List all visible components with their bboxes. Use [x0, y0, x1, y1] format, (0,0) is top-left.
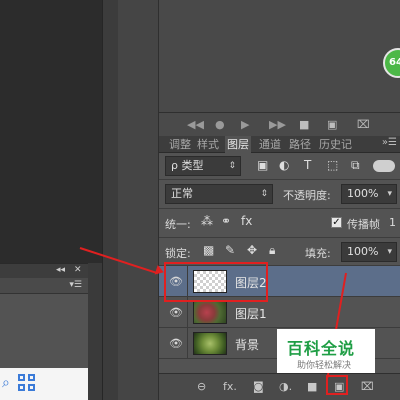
panel-dock-gutter	[118, 0, 158, 400]
lock-all-icon[interactable]: 🔒︎	[269, 243, 275, 258]
blend-mode-value: 正常	[171, 187, 193, 200]
layer-name[interactable]: 背景	[235, 336, 259, 353]
floating-panel-toolbar: ▾☰	[0, 278, 88, 294]
propagate-frame-label: 传播帧	[347, 218, 380, 231]
tab-history[interactable]: 历史记	[317, 136, 354, 153]
close-icon[interactable]: ✕	[74, 265, 82, 275]
tab-adjustments[interactable]: 调整	[167, 136, 193, 153]
unify-position-icon[interactable]: ⁂	[201, 214, 213, 228]
divider	[159, 208, 400, 209]
folder-icon[interactable]: ■	[299, 118, 309, 131]
chevron-icon: ⇕	[260, 189, 268, 199]
blend-mode-dropdown[interactable]: 正常 ⇕	[165, 184, 273, 204]
floating-panel-header[interactable]: ◂◂ ✕	[0, 264, 88, 278]
unify-label: 统一:	[165, 218, 191, 231]
eye-icon[interactable]: 👁︎	[169, 337, 183, 350]
search-icon[interactable]: ⌕	[2, 375, 10, 391]
rewind-icon[interactable]: ◀◀	[187, 118, 204, 131]
watermark: 百科全说 助你轻松解决	[277, 329, 375, 373]
chevron-icon: ▾	[387, 247, 392, 257]
layer-thumbnail	[193, 301, 227, 324]
search-icon: ρ	[171, 159, 178, 172]
floating-panel-footer: ⌕	[0, 368, 88, 400]
fill-value: 100%	[347, 245, 379, 258]
fx-icon[interactable]: fx.	[223, 380, 237, 393]
unify-row: 统一: ⁂ ⚭ fx ✓ 传播帧 1	[159, 211, 400, 237]
timeline-area	[159, 0, 400, 112]
fill-input[interactable]: 100% ▾	[341, 242, 397, 262]
chevron-icon: ▾	[387, 189, 392, 199]
add-mask-icon[interactable]: ◙	[253, 380, 264, 393]
tab-styles[interactable]: 样式	[195, 136, 221, 153]
smart-object-filter-icon[interactable]: ⧉	[351, 158, 360, 173]
play-icon[interactable]: ▶	[241, 118, 249, 131]
unify-visibility-icon[interactable]: ⚭	[221, 214, 231, 228]
duplicate-frame-icon[interactable]: ▣	[327, 118, 337, 131]
opacity-input[interactable]: 100% ▾	[341, 184, 397, 204]
tab-paths[interactable]: 路径	[287, 136, 313, 153]
watermark-subtitle: 助你轻松解决	[297, 361, 352, 371]
shape-filter-icon[interactable]: ⬚	[327, 158, 338, 172]
collapse-icon[interactable]: ◂◂	[56, 265, 65, 275]
canvas-scroll-edge	[102, 0, 118, 400]
divider	[159, 179, 400, 180]
new-group-icon[interactable]: ■	[307, 380, 317, 393]
fill-label: 填充:	[305, 247, 331, 260]
layer-thumbnail	[193, 332, 227, 355]
unify-style-icon[interactable]: fx	[241, 214, 252, 228]
lock-transparency-icon[interactable]: ▩	[203, 243, 214, 257]
layer-name[interactable]: 图层1	[235, 305, 267, 322]
trash-icon[interactable]: ⌧	[357, 118, 370, 131]
lock-label: 锁定:	[165, 247, 191, 260]
blend-row: 正常 ⇕ 不透明度: 100% ▾	[159, 182, 400, 208]
link-layers-icon[interactable]: ⊖	[197, 380, 206, 393]
floating-panel: ◂◂ ✕ ▾☰ ⌕	[0, 263, 88, 400]
highlight-box	[326, 375, 348, 395]
layers-footer-toolbar: ⊖ fx. ◙ ◑. ■ ▣ ⌧	[159, 373, 400, 400]
grid-icon[interactable]	[18, 374, 36, 392]
chevron-icon: ⇕	[228, 161, 236, 171]
highlight-box	[164, 262, 268, 302]
watermark-title: 百科全说	[287, 339, 356, 358]
document-canvas[interactable]	[0, 0, 102, 263]
eye-icon[interactable]: 👁︎	[169, 306, 183, 319]
panel-menu-icon[interactable]: ▾☰	[69, 280, 82, 290]
lock-position-icon[interactable]: ✥	[247, 243, 257, 257]
record-icon[interactable]: ●	[215, 118, 225, 131]
panel-menu-icon[interactable]: »☰	[382, 137, 397, 148]
panel-tabs: 调整 样式 图层 通道 路径 历史记 »☰	[159, 136, 400, 153]
filter-type-label: 类型	[181, 159, 204, 172]
filter-toggle[interactable]	[373, 160, 395, 172]
tab-channels[interactable]: 通道	[257, 136, 283, 153]
adjustment-filter-icon[interactable]: ◐	[279, 158, 289, 172]
propagate-frame-value: 1	[389, 216, 396, 229]
divider	[159, 237, 400, 238]
adjustment-layer-icon[interactable]: ◑.	[279, 380, 292, 393]
lock-brush-icon[interactable]: ✎	[225, 243, 235, 257]
delete-layer-icon[interactable]: ⌧	[361, 380, 374, 393]
opacity-value: 100%	[347, 187, 379, 200]
divider	[187, 328, 188, 359]
tab-layers[interactable]: 图层	[225, 136, 251, 153]
animation-toolbar: ◀◀ ● ▶ ▶▶ ■ ▣ ⌧	[159, 112, 400, 136]
filter-type-dropdown[interactable]: ρ 类型 ⇕	[165, 156, 241, 176]
layer-filter-row: ρ 类型 ⇕ ▣ ◐ T ⬚ ⧉	[159, 153, 400, 179]
propagate-frame-checkbox[interactable]: ✓	[331, 217, 342, 228]
pixel-filter-icon[interactable]: ▣	[257, 158, 268, 172]
forward-icon[interactable]: ▶▶	[269, 118, 286, 131]
opacity-label: 不透明度:	[283, 189, 331, 202]
type-filter-icon[interactable]: T	[304, 158, 311, 172]
